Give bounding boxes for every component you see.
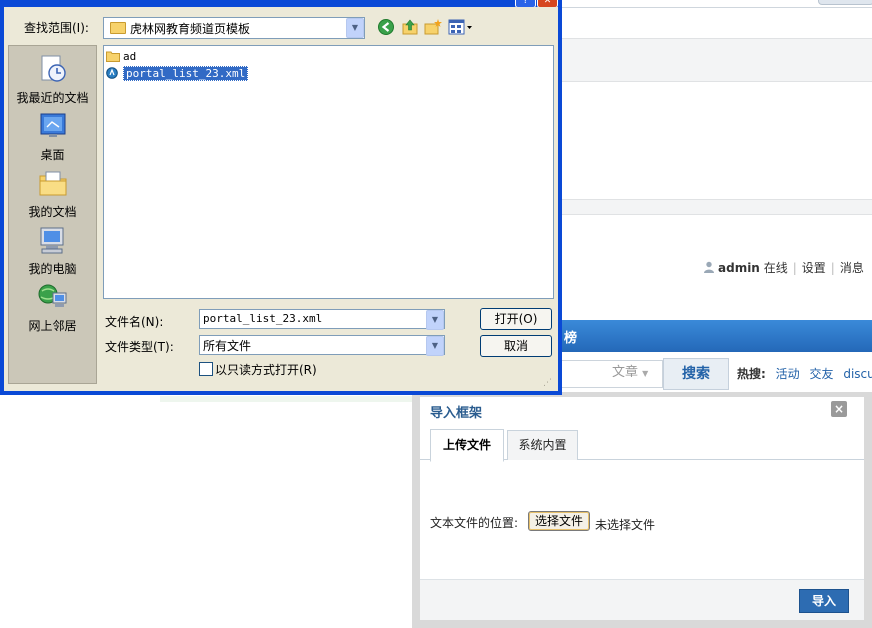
back-icon[interactable] (377, 18, 395, 36)
divider: | (792, 261, 797, 275)
divider: | (830, 261, 835, 275)
readonly-label: 以只读方式打开(R) (215, 363, 317, 377)
list-item[interactable]: ad (106, 49, 136, 65)
filename-value: portal_list_23.xml (203, 312, 323, 325)
file-list[interactable]: ad portal_list_23.xml (103, 45, 554, 299)
desktop-icon (40, 113, 65, 137)
hot-search-label: 热搜: (737, 367, 766, 381)
folder-icon (110, 22, 126, 34)
place-label: 桌面 (40, 148, 65, 162)
nav-item[interactable]: 榜 (564, 327, 577, 346)
online-status: 在线 (763, 261, 788, 275)
nav-bar: 榜 (562, 320, 872, 352)
filetype-label: 文件类型(T): (105, 340, 174, 354)
my-documents-icon (39, 171, 66, 196)
folder-icon (106, 51, 120, 62)
import-button[interactable]: 导入 (799, 589, 849, 613)
search-type-label: 文章 (612, 365, 639, 380)
page-header-bar (562, 38, 872, 82)
file-name: portal_list_23.xml (123, 66, 249, 81)
browser-tab[interactable] (818, 0, 872, 5)
places-bar: 我最近的文档 桌面 我的文档 我的电脑 网上邻居 (8, 45, 97, 384)
import-dialog-footer (420, 579, 864, 620)
place-recent[interactable]: 我最近的文档 (9, 54, 96, 106)
filename-input[interactable]: portal_list_23.xml ▼ (199, 309, 445, 330)
recent-documents-icon (41, 55, 66, 82)
place-label: 网上邻居 (28, 319, 77, 333)
place-desktop[interactable]: 桌面 (9, 111, 96, 163)
up-folder-icon[interactable] (401, 18, 419, 36)
cancel-button[interactable]: 取消 (480, 335, 552, 357)
list-item[interactable]: portal_list_23.xml (106, 66, 249, 82)
xml-file-icon (106, 67, 118, 79)
search-button[interactable]: 搜索 (663, 358, 729, 390)
filename-label: 文件名(N): (105, 315, 164, 329)
resize-grip[interactable]: ⋰ (543, 378, 555, 390)
lookin-label: 查找范围(I): (24, 21, 89, 35)
page-toolbar-bar (562, 199, 872, 215)
new-folder-icon[interactable] (424, 18, 442, 36)
open-button[interactable]: 打开(O) (480, 308, 552, 330)
place-network[interactable]: 网上邻居 (9, 282, 96, 334)
place-my-documents[interactable]: 我的文档 (9, 168, 96, 220)
place-label: 我最近的文档 (16, 91, 89, 105)
user-links: admin 在线 | 设置 | 消息 (703, 259, 864, 277)
hot-search-item[interactable]: discuz (843, 367, 872, 381)
messages-link[interactable]: 消息 (840, 261, 864, 275)
user-icon (704, 261, 714, 273)
filetype-select[interactable]: 所有文件 ▼ (199, 335, 445, 356)
tab-upload-file[interactable]: 上传文件 (430, 429, 504, 462)
username-link[interactable]: admin (718, 261, 760, 275)
choose-file-button[interactable]: 选择文件 (528, 511, 590, 531)
import-dialog-title: 导入框架 (430, 406, 483, 421)
hot-search-item[interactable]: 活动 (776, 367, 800, 381)
file-location-label: 文本文件的位置: (430, 516, 519, 530)
place-label: 我的电脑 (28, 262, 77, 276)
no-file-chosen-text: 未选择文件 (595, 518, 656, 532)
tab-system-builtin[interactable]: 系统内置 (507, 430, 578, 460)
place-my-computer[interactable]: 我的电脑 (9, 225, 96, 277)
network-places-icon (38, 284, 66, 307)
view-menu-icon[interactable] (448, 18, 474, 36)
settings-link[interactable]: 设置 (802, 261, 826, 275)
my-computer-icon (40, 227, 63, 254)
lookin-select[interactable]: 虎林网教育频道页模板 ▼ (103, 17, 365, 39)
readonly-checkbox[interactable] (199, 362, 213, 376)
content-strip (160, 396, 416, 402)
filetype-value: 所有文件 (203, 339, 252, 353)
chevron-down-icon[interactable]: ▼ (426, 310, 444, 330)
lookin-value: 虎林网教育频道页模板 (130, 22, 251, 36)
chevron-down-icon[interactable]: ▼ (426, 336, 444, 356)
chevron-down-icon: ▼ (642, 369, 649, 378)
place-label: 我的文档 (28, 205, 77, 219)
file-name: ad (123, 50, 137, 63)
search-type-select[interactable]: 文章 ▼ (612, 362, 648, 384)
hot-search-item[interactable]: 交友 (809, 367, 833, 381)
chevron-down-icon[interactable]: ▼ (346, 18, 364, 38)
close-icon[interactable]: × (831, 401, 847, 417)
hot-search: 热搜: 活动 交友 discuz (737, 366, 872, 382)
